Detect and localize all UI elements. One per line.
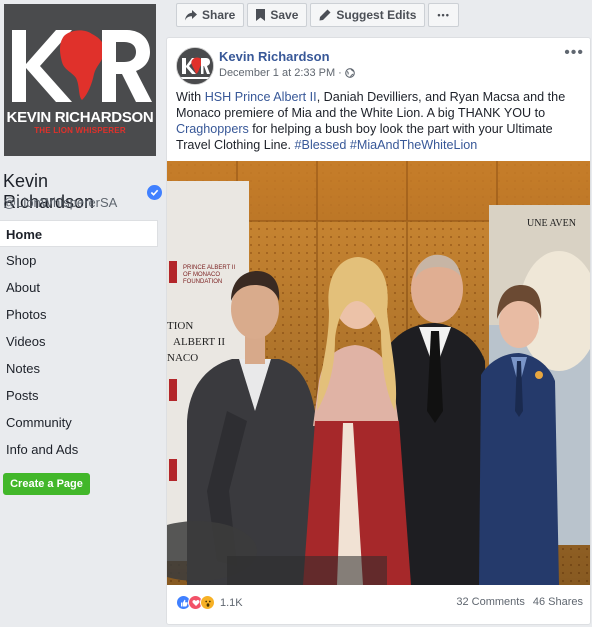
more-options-button[interactable]: ••• <box>428 3 459 27</box>
post-stats: 32 Comments 46 Shares <box>456 596 583 608</box>
nav-item-videos[interactable]: Videos <box>0 328 158 355</box>
comments-count-link[interactable]: 32 Comments <box>456 596 524 608</box>
banner-text: OF MONACO <box>183 272 220 278</box>
post-text-part: With <box>176 90 205 104</box>
kr-logo-icon <box>12 30 152 102</box>
banner-text: FOUNDATION <box>183 279 222 285</box>
suggest-edits-label: Suggest Edits <box>336 8 417 22</box>
tag-link-prince-albert[interactable]: HSH Prince Albert II <box>205 90 317 104</box>
save-label: Save <box>270 8 299 22</box>
premiere-group-photo: PRINCE ALBERT II OF MONACO FOUNDATION TI… <box>167 161 590 585</box>
reaction-count: 1.1K <box>220 596 243 609</box>
share-button[interactable]: Share <box>176 3 245 27</box>
nav-item-home[interactable]: Home <box>0 220 158 247</box>
nav-item-photos[interactable]: Photos <box>0 301 158 328</box>
bookmark-icon <box>256 9 266 21</box>
post-card: Kevin Richardson December 1 at 2:33 PM ·… <box>166 37 591 625</box>
page-handle[interactable]: @LionWhispererSA <box>3 195 117 210</box>
banner-text: PRINCE ALBERT II <box>183 265 235 271</box>
nav-item-info-and-ads[interactable]: Info and Ads <box>0 436 158 463</box>
nav-item-community[interactable]: Community <box>0 409 158 436</box>
create-page-button[interactable]: Create a Page <box>3 473 90 495</box>
logo-tagline-text: THE LION WHISPERER <box>34 126 126 135</box>
verified-badge-icon <box>147 184 162 200</box>
banner-text: ALBERT II <box>173 336 225 348</box>
tag-link-craghoppers[interactable]: Craghoppers <box>176 122 249 136</box>
poster-text: UNE AVEN <box>527 218 576 229</box>
nav-item-posts[interactable]: Posts <box>0 382 158 409</box>
post-photo[interactable]: PRINCE ALBERT II OF MONACO FOUNDATION TI… <box>167 161 590 585</box>
hashtag-blessed[interactable]: #Blessed <box>295 138 347 152</box>
page-actions-toolbar: Share Save Suggest Edits ••• <box>176 3 459 29</box>
left-sidebar: KEVIN RICHARDSON THE LION WHISPERER Kevi… <box>0 0 162 627</box>
page-nav: Home Shop About Photos Videos Notes Post… <box>0 220 158 463</box>
reactions-summary[interactable]: 1.1K <box>176 595 243 610</box>
nav-item-shop[interactable]: Shop <box>0 247 158 274</box>
more-options-icon: ••• <box>437 10 450 20</box>
nav-item-about[interactable]: About <box>0 274 158 301</box>
save-button[interactable]: Save <box>247 3 308 27</box>
page-profile-picture[interactable]: KEVIN RICHARDSON THE LION WHISPERER <box>4 4 156 156</box>
kr-avatar-icon <box>177 48 213 84</box>
meta-separator: · <box>338 67 342 79</box>
logo-name-text: KEVIN RICHARDSON <box>6 109 154 126</box>
nav-item-notes[interactable]: Notes <box>0 355 158 382</box>
post-meta: December 1 at 2:33 PM · <box>219 67 355 79</box>
post-author-avatar[interactable] <box>176 47 214 85</box>
share-icon <box>185 9 197 20</box>
suggest-edits-button[interactable]: Suggest Edits <box>310 3 426 27</box>
hashtag-mia-and-the-white-lion[interactable]: #MiaAndTheWhiteLion <box>350 138 477 152</box>
shares-count-link[interactable]: 46 Shares <box>533 596 583 608</box>
banner-text: TION <box>167 320 193 332</box>
post-text: With HSH Prince Albert II, Daniah Devill… <box>176 89 581 153</box>
globe-icon[interactable] <box>344 68 355 78</box>
banner-text: NACO <box>167 352 198 364</box>
share-label: Share <box>202 8 236 22</box>
post-timestamp[interactable]: December 1 at 2:33 PM <box>219 67 335 79</box>
post-author-name[interactable]: Kevin Richardson <box>219 49 330 64</box>
post-footer: 1.1K 32 Comments 46 Shares <box>167 587 590 619</box>
wow-reaction-icon <box>200 595 215 610</box>
post-options-icon[interactable]: ••• <box>564 44 584 62</box>
pencil-icon <box>319 9 331 21</box>
